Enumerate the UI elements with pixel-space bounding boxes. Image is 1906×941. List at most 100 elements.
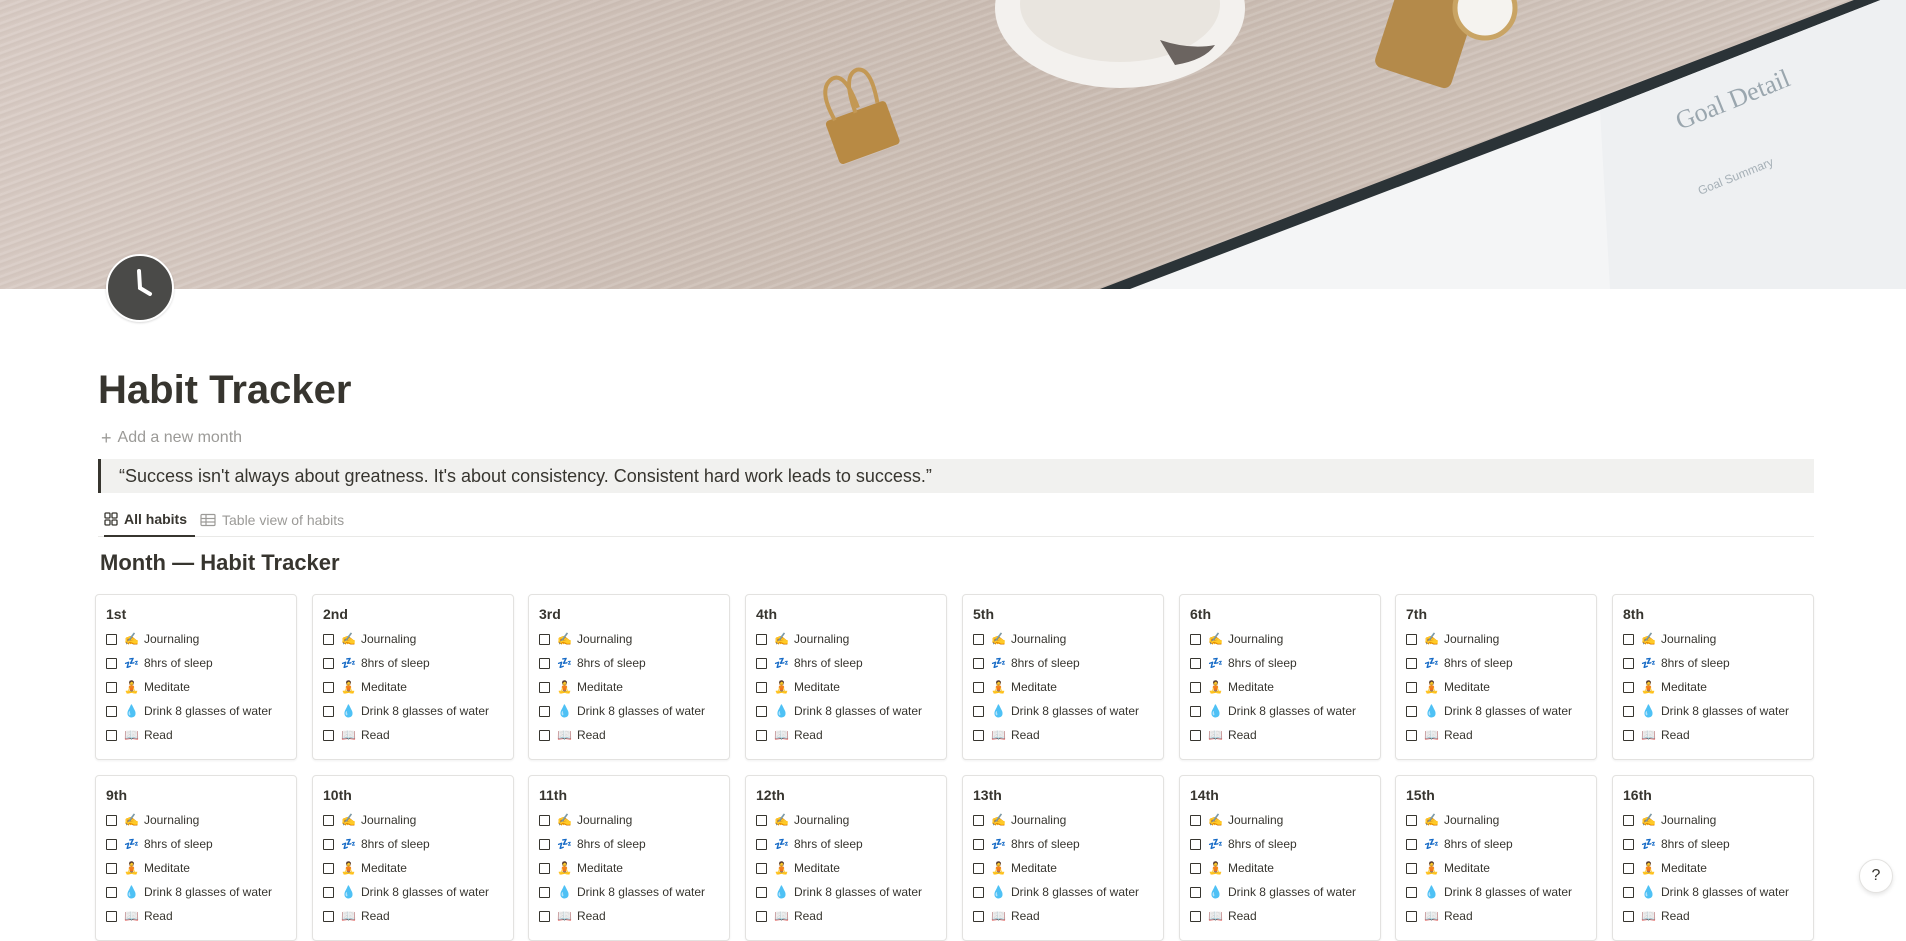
habit-checkbox[interactable] bbox=[323, 862, 334, 874]
habit-checkbox[interactable] bbox=[1623, 814, 1634, 826]
day-card[interactable]: 3rd ✍️ Journaling 💤 8hrs of sleep 🧘 Meditate 💧 D… bbox=[528, 594, 730, 760]
add-month-button[interactable]: + Add a new month bbox=[101, 428, 242, 448]
habit-checkbox[interactable] bbox=[756, 838, 767, 850]
habit-checkbox[interactable] bbox=[323, 910, 334, 922]
habit-checkbox[interactable] bbox=[973, 705, 984, 717]
habit-checkbox[interactable] bbox=[756, 681, 767, 693]
habit-checkbox[interactable] bbox=[323, 729, 334, 741]
habit-checkbox[interactable] bbox=[756, 862, 767, 874]
habit-checkbox[interactable] bbox=[323, 886, 334, 898]
habit-checkbox[interactable] bbox=[1406, 862, 1417, 874]
habit-checkbox[interactable] bbox=[756, 705, 767, 717]
day-card[interactable]: 1st ✍️ Journaling 💤 8hrs of sleep 🧘 Meditate 💧 D… bbox=[95, 594, 297, 760]
habit-checkbox[interactable] bbox=[323, 633, 334, 645]
habit-checkbox[interactable] bbox=[973, 657, 984, 669]
habit-checkbox[interactable] bbox=[756, 633, 767, 645]
habit-checkbox[interactable] bbox=[106, 838, 117, 850]
habit-checkbox[interactable] bbox=[1406, 633, 1417, 645]
day-card[interactable]: 8th ✍️ Journaling 💤 8hrs of sleep 🧘 Meditate 💧 D… bbox=[1612, 594, 1814, 760]
day-card[interactable]: 4th ✍️ Journaling 💤 8hrs of sleep 🧘 Meditate 💧 D… bbox=[745, 594, 947, 760]
habit-checkbox[interactable] bbox=[1190, 657, 1201, 669]
day-card[interactable]: 6th ✍️ Journaling 💤 8hrs of sleep 🧘 Meditate 💧 D… bbox=[1179, 594, 1381, 760]
habit-checkbox[interactable] bbox=[973, 681, 984, 693]
habit-checkbox[interactable] bbox=[973, 814, 984, 826]
habit-checkbox[interactable] bbox=[973, 838, 984, 850]
habit-checkbox[interactable] bbox=[539, 814, 550, 826]
habit-checkbox[interactable] bbox=[323, 681, 334, 693]
day-card[interactable]: 7th ✍️ Journaling 💤 8hrs of sleep 🧘 Meditate 💧 D… bbox=[1395, 594, 1597, 760]
habit-checkbox[interactable] bbox=[1190, 838, 1201, 850]
habit-checkbox[interactable] bbox=[1190, 729, 1201, 741]
habit-checkbox[interactable] bbox=[539, 862, 550, 874]
day-card[interactable]: 9th ✍️ Journaling 💤 8hrs of sleep 🧘 Meditate 💧 D… bbox=[95, 775, 297, 941]
habit-checkbox[interactable] bbox=[1623, 838, 1634, 850]
habit-checkbox[interactable] bbox=[1190, 886, 1201, 898]
habit-checkbox[interactable] bbox=[1406, 814, 1417, 826]
day-card[interactable]: 2nd ✍️ Journaling 💤 8hrs of sleep 🧘 Meditate 💧 D… bbox=[312, 594, 514, 760]
habit-checkbox[interactable] bbox=[539, 705, 550, 717]
habit-checkbox[interactable] bbox=[106, 705, 117, 717]
day-card[interactable]: 15th ✍️ Journaling 💤 8hrs of sleep 🧘 Meditate 💧… bbox=[1395, 775, 1597, 941]
habit-checkbox[interactable] bbox=[1406, 705, 1417, 717]
habit-checkbox[interactable] bbox=[756, 729, 767, 741]
habit-checkbox[interactable] bbox=[1406, 729, 1417, 741]
habit-checkbox[interactable] bbox=[323, 705, 334, 717]
day-card[interactable]: 10th ✍️ Journaling 💤 8hrs of sleep 🧘 Meditate 💧… bbox=[312, 775, 514, 941]
habit-checkbox[interactable] bbox=[756, 814, 767, 826]
habit-checkbox[interactable] bbox=[1623, 633, 1634, 645]
habit-checkbox[interactable] bbox=[106, 657, 117, 669]
day-card[interactable]: 16th ✍️ Journaling 💤 8hrs of sleep 🧘 Meditate 💧… bbox=[1612, 775, 1814, 941]
habit-checkbox[interactable] bbox=[756, 886, 767, 898]
habit-checkbox[interactable] bbox=[973, 910, 984, 922]
habit-checkbox[interactable] bbox=[973, 862, 984, 874]
day-card[interactable]: 14th ✍️ Journaling 💤 8hrs of sleep 🧘 Meditate 💧… bbox=[1179, 775, 1381, 941]
habit-checkbox[interactable] bbox=[1623, 657, 1634, 669]
habit-checkbox[interactable] bbox=[323, 657, 334, 669]
day-card[interactable]: 11th ✍️ Journaling 💤 8hrs of sleep 🧘 Meditate 💧… bbox=[528, 775, 730, 941]
tab-all-habits[interactable]: All habits bbox=[104, 503, 196, 537]
habit-checkbox[interactable] bbox=[1406, 657, 1417, 669]
page-icon[interactable] bbox=[106, 254, 174, 322]
habit-checkbox[interactable] bbox=[106, 633, 117, 645]
habit-checkbox[interactable] bbox=[539, 838, 550, 850]
habit-checkbox[interactable] bbox=[1190, 862, 1201, 874]
habit-checkbox[interactable] bbox=[973, 729, 984, 741]
habit-checkbox[interactable] bbox=[106, 729, 117, 741]
habit-checkbox[interactable] bbox=[1406, 681, 1417, 693]
habit-checkbox[interactable] bbox=[106, 910, 117, 922]
habit-checkbox[interactable] bbox=[1190, 633, 1201, 645]
habit-checkbox[interactable] bbox=[1190, 910, 1201, 922]
habit-checkbox[interactable] bbox=[106, 681, 117, 693]
habit-checkbox[interactable] bbox=[539, 729, 550, 741]
habit-checkbox[interactable] bbox=[756, 910, 767, 922]
habit-checkbox[interactable] bbox=[1623, 862, 1634, 874]
habit-checkbox[interactable] bbox=[539, 633, 550, 645]
habit-checkbox[interactable] bbox=[1190, 681, 1201, 693]
habit-checkbox[interactable] bbox=[106, 814, 117, 826]
help-button[interactable]: ? bbox=[1859, 859, 1893, 893]
habit-checkbox[interactable] bbox=[1406, 910, 1417, 922]
habit-checkbox[interactable] bbox=[323, 838, 334, 850]
day-card[interactable]: 12th ✍️ Journaling 💤 8hrs of sleep 🧘 Meditate 💧… bbox=[745, 775, 947, 941]
habit-checkbox[interactable] bbox=[1623, 681, 1634, 693]
habit-checkbox[interactable] bbox=[1623, 705, 1634, 717]
habit-checkbox[interactable] bbox=[539, 910, 550, 922]
habit-checkbox[interactable] bbox=[539, 886, 550, 898]
habit-checkbox[interactable] bbox=[1190, 814, 1201, 826]
habit-checkbox[interactable] bbox=[973, 633, 984, 645]
habit-checkbox[interactable] bbox=[756, 657, 767, 669]
habit-checkbox[interactable] bbox=[106, 862, 117, 874]
habit-checkbox[interactable] bbox=[1623, 729, 1634, 741]
habit-checkbox[interactable] bbox=[1406, 838, 1417, 850]
habit-checkbox[interactable] bbox=[1623, 886, 1634, 898]
day-card[interactable]: 5th ✍️ Journaling 💤 8hrs of sleep 🧘 Meditate 💧 D… bbox=[962, 594, 1164, 760]
habit-checkbox[interactable] bbox=[1623, 910, 1634, 922]
habit-checkbox[interactable] bbox=[106, 886, 117, 898]
habit-checkbox[interactable] bbox=[323, 814, 334, 826]
habit-checkbox[interactable] bbox=[539, 657, 550, 669]
tab-table-view[interactable]: Table view of habits bbox=[200, 503, 344, 537]
habit-checkbox[interactable] bbox=[539, 681, 550, 693]
habit-checkbox[interactable] bbox=[973, 886, 984, 898]
day-card[interactable]: 13th ✍️ Journaling 💤 8hrs of sleep 🧘 Meditate 💧… bbox=[962, 775, 1164, 941]
habit-checkbox[interactable] bbox=[1190, 705, 1201, 717]
